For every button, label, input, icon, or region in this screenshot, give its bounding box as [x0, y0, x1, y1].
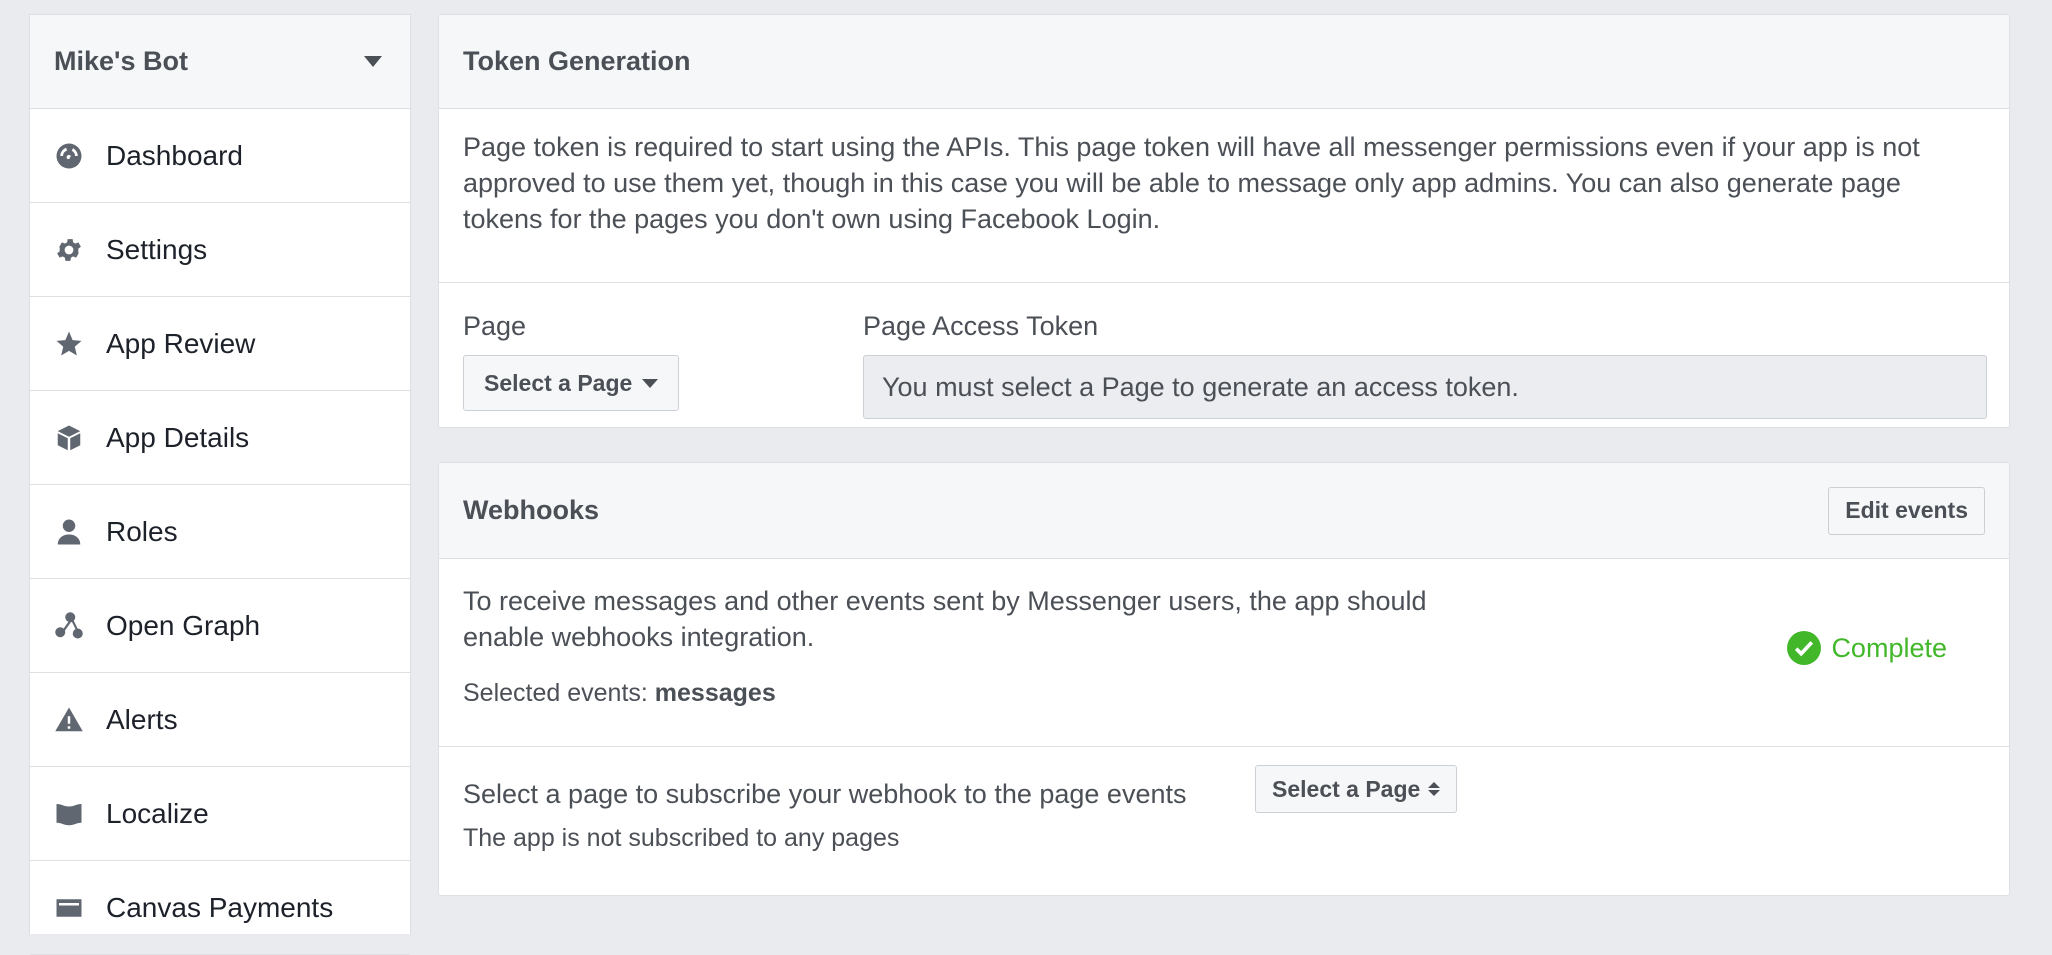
status-badge: Complete: [1787, 631, 1947, 665]
status-text: Complete: [1831, 632, 1947, 663]
page-select-label: Select a Page: [484, 369, 633, 396]
sidebar-item-canvas-payments[interactable]: Canvas Payments: [30, 861, 410, 955]
chevron-down-icon[interactable]: [364, 56, 382, 67]
flag-icon: [54, 799, 84, 829]
sidebar-item-label: Canvas Payments: [106, 891, 334, 923]
description-text: Page token is required to start using th…: [463, 132, 1920, 234]
app-sidebar: Mike's Bot Dashboard Settings App Review…: [29, 14, 411, 955]
selected-events-value: messages: [654, 679, 776, 707]
sidebar-item-label: App Details: [106, 421, 250, 453]
sidebar-item-app-details[interactable]: App Details: [30, 391, 410, 485]
selected-events: Selected events: messages: [463, 679, 1985, 708]
sidebar-item-open-graph[interactable]: Open Graph: [30, 579, 410, 673]
sidebar-item-app-review[interactable]: App Review: [30, 297, 410, 391]
app-name: Mike's Bot: [54, 46, 188, 76]
subscribe-select-label: Select a Page: [1272, 775, 1421, 802]
warning-icon: [54, 705, 84, 735]
sidebar-item-label: Dashboard: [106, 139, 243, 171]
page-subscription: Select a page to subscribe your webhook …: [439, 747, 2009, 895]
subscribe-status: The app is not subscribed to any pages: [463, 824, 900, 852]
person-icon: [54, 517, 84, 547]
sort-arrows-icon: [1428, 782, 1441, 796]
app-selector[interactable]: Mike's Bot: [30, 15, 410, 109]
token-form: Page Select a Page Page Access Token: [439, 283, 2009, 428]
sidebar-item-label: Roles: [106, 515, 178, 547]
caret-down-icon: [642, 378, 659, 388]
sidebar-item-label: Settings: [106, 233, 208, 265]
sidebar-item-label: App Review: [106, 327, 256, 359]
token-description: Page token is required to start using th…: [439, 109, 2009, 283]
sidebar-item-dashboard[interactable]: Dashboard: [30, 109, 410, 203]
sidebar-item-localize[interactable]: Localize: [30, 767, 410, 861]
sidebar-item-label: Open Graph: [106, 609, 261, 641]
page-select-button[interactable]: Select a Page: [463, 355, 680, 411]
sidebar-item-label: Localize: [106, 797, 209, 829]
graph-icon: [54, 611, 84, 641]
webhooks-panel: Webhooks Edit events To receive messages…: [438, 462, 2010, 896]
sidebar-item-alerts[interactable]: Alerts: [30, 673, 410, 767]
card-icon: [54, 893, 84, 923]
webhooks-status: To receive messages and other events sen…: [439, 559, 2009, 747]
sidebar-item-roles[interactable]: Roles: [30, 485, 410, 579]
page-label: Page: [463, 311, 527, 341]
access-token-field[interactable]: [863, 355, 1987, 419]
panel-header: Webhooks Edit events: [439, 463, 2009, 559]
access-token-label: Page Access Token: [863, 311, 1099, 341]
sidebar-item-label: Alerts: [106, 703, 178, 735]
subscribe-page-select[interactable]: Select a Page: [1255, 765, 1458, 813]
check-circle-icon: [1787, 631, 1822, 665]
dashboard-icon: [54, 141, 84, 171]
subscribe-text: Select a page to subscribe your webhook …: [463, 779, 1187, 809]
edit-events-button[interactable]: Edit events: [1828, 486, 1985, 535]
webhooks-description: To receive messages and other events sen…: [463, 586, 1427, 652]
gear-icon: [54, 235, 84, 265]
box-icon: [54, 423, 84, 453]
star-icon: [54, 329, 84, 359]
panel-title: Webhooks: [463, 495, 600, 525]
panel-header: Token Generation: [439, 15, 2009, 109]
token-generation-panel: Token Generation Page token is required …: [438, 14, 2010, 428]
selected-events-label: Selected events:: [463, 679, 655, 707]
sidebar-item-settings[interactable]: Settings: [30, 203, 410, 297]
panel-title: Token Generation: [463, 46, 691, 76]
